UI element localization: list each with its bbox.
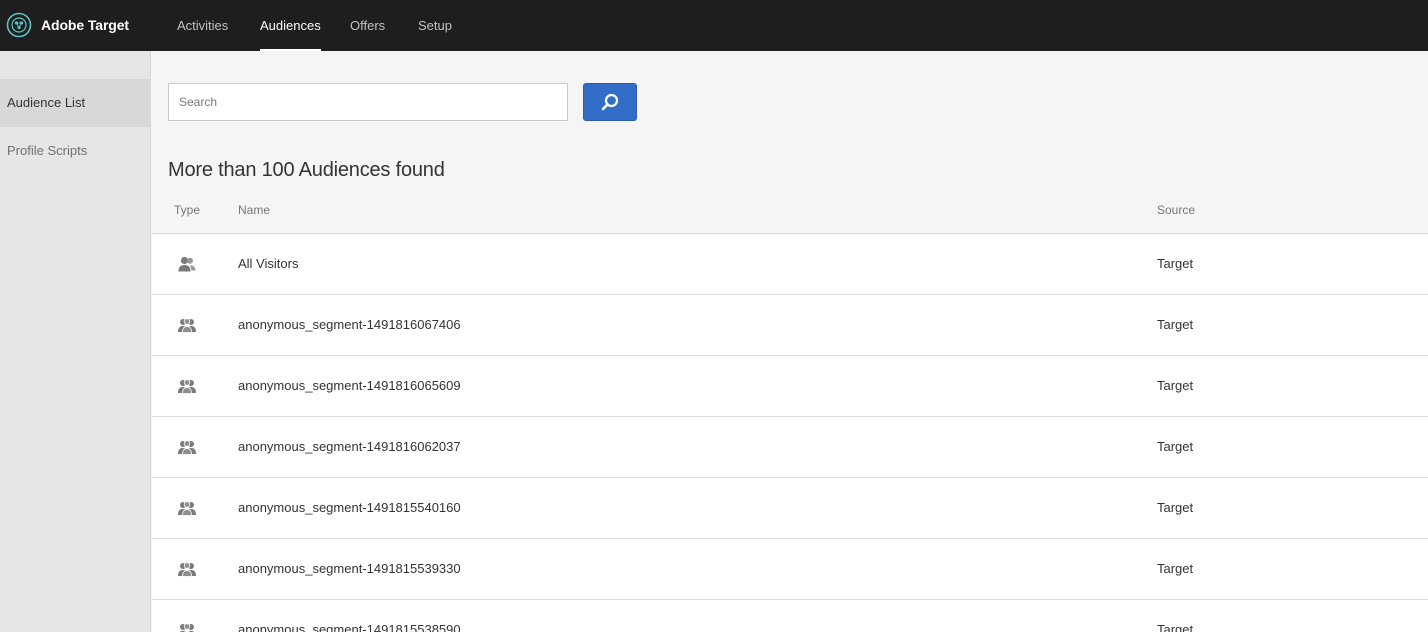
- nav-tab-activities[interactable]: Activities: [177, 0, 228, 51]
- audience-icon: [178, 318, 196, 333]
- audience-name[interactable]: anonymous_segment-1491815540160: [238, 478, 461, 538]
- table-row[interactable]: All Visitors Target: [152, 234, 1428, 295]
- sidebar-item-audience-list[interactable]: Audience List: [0, 79, 150, 127]
- column-header-name[interactable]: Name: [238, 203, 270, 217]
- audience-source: Target: [1157, 378, 1194, 393]
- table-row[interactable]: anonymous_segment-1491816065609 Target: [152, 356, 1428, 417]
- audience-table: All Visitors Target anonymous_segment-14…: [152, 233, 1428, 632]
- app-brand[interactable]: Adobe Target: [6, 12, 129, 38]
- table-row[interactable]: anonymous_segment-1491815540160 Target: [152, 478, 1428, 539]
- nav-tab-setup[interactable]: Setup: [418, 0, 452, 51]
- audience-name[interactable]: anonymous_segment-1491815539330: [238, 539, 461, 599]
- audience-name[interactable]: anonymous_segment-1491815538590: [238, 600, 461, 632]
- top-navigation-bar: Adobe Target Activities Audiences Offers…: [0, 0, 1428, 51]
- left-sidebar: Audience List Profile Scripts: [0, 51, 151, 632]
- search-input[interactable]: [168, 83, 568, 121]
- table-row[interactable]: anonymous_segment-1491815538590 Target: [152, 600, 1428, 632]
- nav-tab-offers[interactable]: Offers: [350, 0, 385, 51]
- search-button[interactable]: [583, 83, 637, 121]
- audience-source: Target: [1157, 622, 1194, 632]
- nav-tab-audiences[interactable]: Audiences: [260, 0, 321, 51]
- table-row[interactable]: anonymous_segment-1491816062037 Target: [152, 417, 1428, 478]
- audience-name[interactable]: All Visitors: [238, 234, 298, 294]
- adobe-target-logo-icon: [6, 12, 32, 38]
- sidebar-item-profile-scripts[interactable]: Profile Scripts: [0, 127, 150, 175]
- audience-source: Target: [1157, 439, 1194, 454]
- audience-icon: [178, 379, 196, 394]
- audience-source: Target: [1157, 561, 1194, 576]
- audience-icon: [178, 440, 196, 455]
- audience-name[interactable]: anonymous_segment-1491816062037: [238, 417, 461, 477]
- audience-icon: [178, 562, 196, 577]
- results-count-heading: More than 100 Audiences found: [168, 159, 445, 181]
- audience-icon: [178, 501, 196, 516]
- search-icon: [601, 93, 619, 111]
- audience-name[interactable]: anonymous_segment-1491816065609: [238, 356, 461, 416]
- audience-icon: [178, 256, 196, 272]
- table-row[interactable]: anonymous_segment-1491816067406 Target: [152, 295, 1428, 356]
- column-header-type[interactable]: Type: [174, 203, 200, 217]
- audience-source: Target: [1157, 500, 1194, 515]
- audience-name[interactable]: anonymous_segment-1491816067406: [238, 295, 461, 355]
- audience-source: Target: [1157, 256, 1194, 271]
- column-header-source[interactable]: Source: [1157, 203, 1195, 217]
- table-row[interactable]: anonymous_segment-1491815539330 Target: [152, 539, 1428, 600]
- app-name: Adobe Target: [41, 17, 129, 33]
- audience-source: Target: [1157, 317, 1194, 332]
- audience-icon: [179, 623, 195, 632]
